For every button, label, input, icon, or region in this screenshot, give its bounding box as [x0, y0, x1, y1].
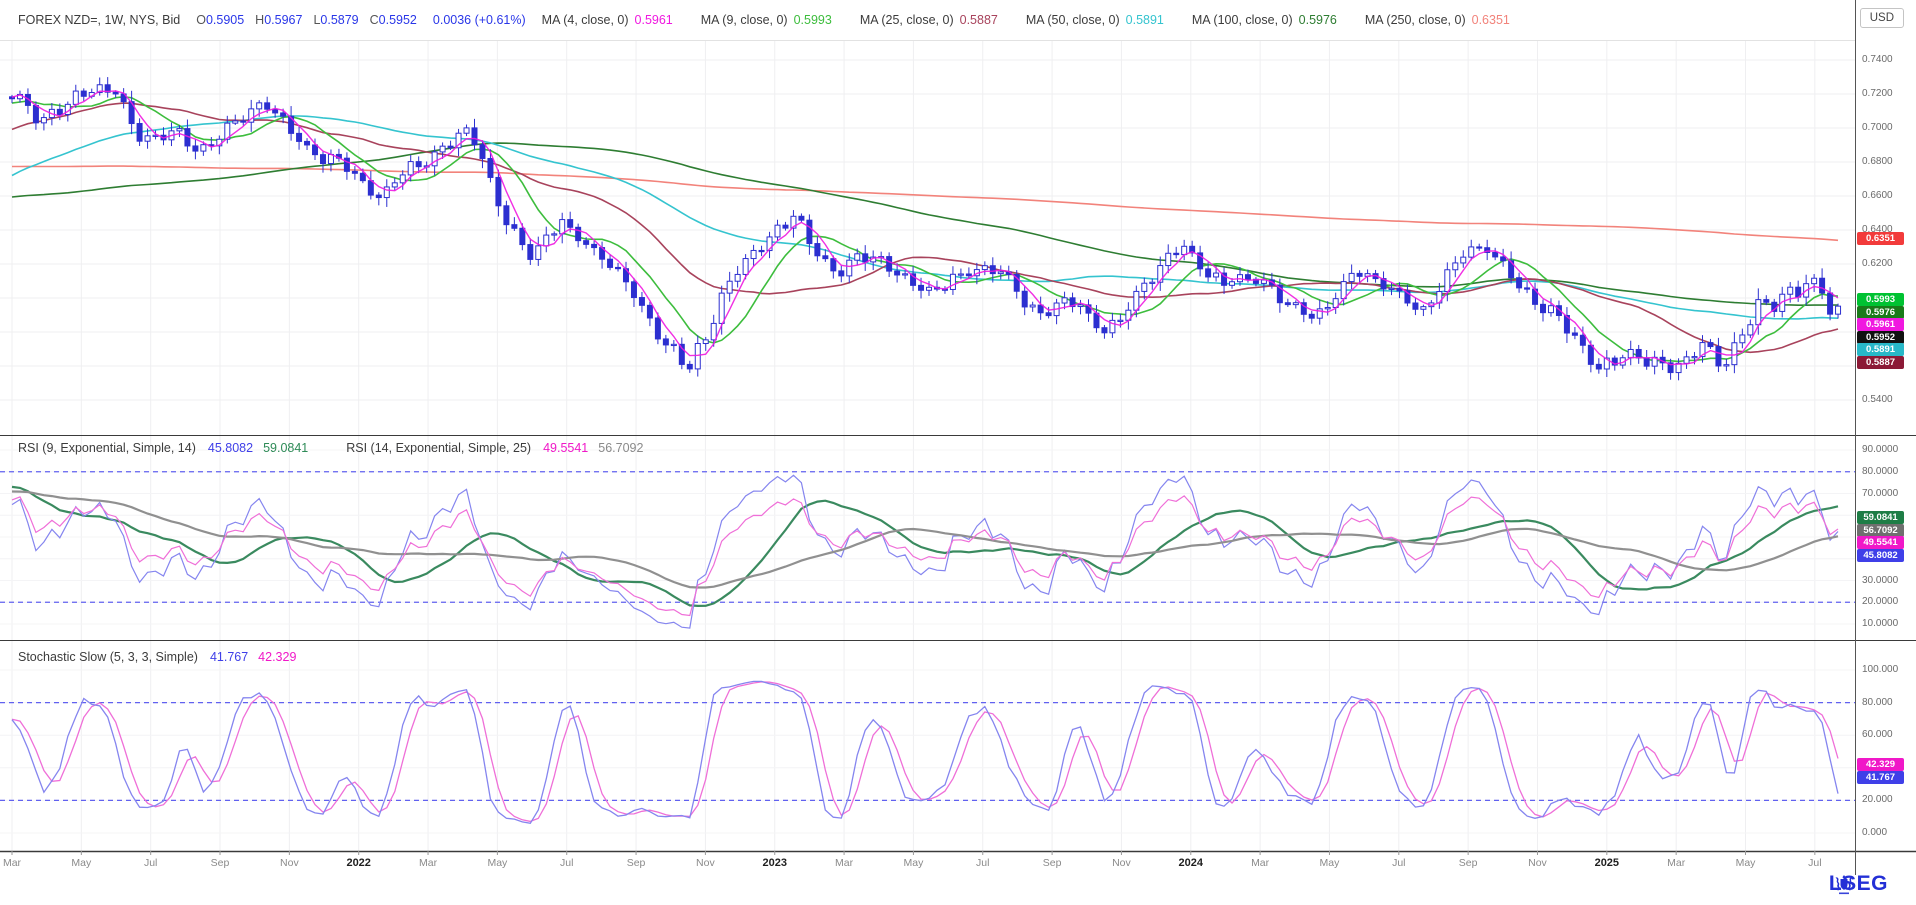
stochastic-panel[interactable]	[0, 640, 1855, 851]
time-axis-label: Sep	[1043, 857, 1062, 869]
time-axis-label: 2022	[346, 857, 370, 869]
rsi-tick-label: 90.0000	[1862, 444, 1898, 455]
ma-legend-item-100[interactable]: MA (100, close, 0)0.5976	[1192, 13, 1337, 27]
time-axis-label: Jul	[976, 857, 989, 869]
time-axis-label: Sep	[627, 857, 646, 869]
time-axis-label: Nov	[1112, 857, 1131, 869]
stoch-tick-label: 20.000	[1862, 794, 1893, 805]
time-axis-label: Mar	[3, 857, 21, 869]
time-axis-label: May	[1736, 857, 1756, 869]
legend-value: 45.8082	[208, 441, 253, 455]
stoch-tick-label: 0.000	[1862, 827, 1887, 838]
stoch-tick-label: 100.000	[1862, 664, 1898, 675]
time-axis-label: Jul	[1808, 857, 1821, 869]
currency-selector-button[interactable]: USD	[1860, 8, 1904, 28]
price-badge: 0.5887	[1857, 356, 1904, 369]
time-axis-label: Jul	[144, 857, 157, 869]
rsi-badge: 59.0841	[1857, 511, 1904, 524]
ma-legend: MA (4, close, 0)0.5961 MA (9, close, 0)0.…	[542, 13, 1510, 27]
time-axis-label: 2025	[1595, 857, 1619, 869]
price-badge: 0.6351	[1857, 232, 1904, 245]
time-axis-label: Mar	[1667, 857, 1685, 869]
stoch-badge: 41.767	[1857, 771, 1904, 784]
price-panel[interactable]	[0, 40, 1855, 435]
lseg-crest-icon	[1829, 872, 1859, 898]
rsi-tick-label: 10.0000	[1862, 618, 1898, 629]
time-axis-label: May	[71, 857, 91, 869]
legend-value: 49.5541	[543, 441, 588, 455]
legend-value: 56.7092	[598, 441, 643, 455]
rsi9-legend-title[interactable]: RSI (9, Exponential, Simple, 14)	[18, 441, 196, 455]
stochastic-legend-title[interactable]: Stochastic Slow (5, 3, 3, Simple)	[18, 650, 198, 664]
time-axis-label: 2023	[762, 857, 786, 869]
rsi-tick-label: 70.0000	[1862, 488, 1898, 499]
stoch-tick-label: 60.000	[1862, 729, 1893, 740]
rsi-tick-label: 80.0000	[1862, 466, 1898, 477]
rsi-badge: 45.8082	[1857, 549, 1904, 562]
legend-value: 59.0841	[263, 441, 308, 455]
rsi-panel[interactable]	[0, 435, 1855, 640]
time-axis-label: Jul	[560, 857, 573, 869]
price-tick-label: 0.7400	[1862, 54, 1893, 65]
lseg-logo: LSEG	[1829, 872, 1888, 896]
price-badge: 0.5891	[1857, 343, 1904, 356]
time-axis-label: 2024	[1179, 857, 1203, 869]
rsi-badge: 49.5541	[1857, 536, 1904, 549]
price-tick-label: 0.7200	[1862, 88, 1893, 99]
price-tick-label: 0.5400	[1862, 394, 1893, 405]
ohlc-values: O0.5905 H0.5967 L0.5879 C0.5952	[196, 13, 417, 27]
chart-header: FOREX NZD=, 1W, NYS, Bid O0.5905 H0.5967 L…	[0, 0, 1510, 40]
rsi14-legend-values: 49.5541 56.7092	[543, 441, 643, 455]
ma-legend-item-50[interactable]: MA (50, close, 0)0.5891	[1026, 13, 1164, 27]
stochastic-legend: Stochastic Slow (5, 3, 3, Simple) 41.767…	[18, 650, 296, 664]
rsi-legend: RSI (9, Exponential, Simple, 14) 45.8082…	[18, 441, 643, 455]
instrument-title[interactable]: FOREX NZD=, 1W, NYS, Bid	[18, 13, 180, 27]
ma-legend-item-9[interactable]: MA (9, close, 0)0.5993	[701, 13, 832, 27]
ohlc-c: C0.5952	[370, 13, 417, 27]
stoch-badge: 42.329	[1857, 758, 1904, 771]
rsi14-legend-title[interactable]: RSI (14, Exponential, Simple, 25)	[346, 441, 531, 455]
price-badge: 0.5952	[1857, 331, 1904, 344]
price-badge: 0.5976	[1857, 306, 1904, 319]
price-tick-label: 0.6800	[1862, 156, 1893, 167]
time-axis-label: May	[1320, 857, 1340, 869]
time-axis-label: Mar	[835, 857, 853, 869]
time-axis-label: Sep	[211, 857, 230, 869]
time-axis-label: Nov	[280, 857, 299, 869]
rsi9-legend-values: 45.8082 59.0841	[208, 441, 308, 455]
time-axis-label: Nov	[696, 857, 715, 869]
price-badge: 0.5961	[1857, 318, 1904, 331]
rsi-tick-label: 20.0000	[1862, 596, 1898, 607]
ohlc-l: L0.5879	[313, 13, 358, 27]
price-tick-label: 0.6600	[1862, 190, 1893, 201]
legend-value: 42.329	[258, 650, 296, 664]
charting-app: FOREX NZD=, 1W, NYS, Bid O0.5905 H0.5967 L…	[0, 0, 1916, 905]
time-axis-label: May	[903, 857, 923, 869]
time-axis-label: Jul	[1392, 857, 1405, 869]
ohlc-h: H0.5967	[255, 13, 302, 27]
ohlc-o: O0.5905	[196, 13, 244, 27]
time-axis-label: May	[487, 857, 507, 869]
change-value: 0.0036 (+0.61%)	[433, 13, 526, 27]
price-tick-label: 0.6200	[1862, 258, 1893, 269]
rsi-badge: 56.7092	[1857, 524, 1904, 537]
time-axis-label: Sep	[1459, 857, 1478, 869]
ma-legend-item-250[interactable]: MA (250, close, 0)0.6351	[1365, 13, 1510, 27]
ma-legend-item-4[interactable]: MA (4, close, 0)0.5961	[542, 13, 673, 27]
price-tick-label: 0.7000	[1862, 122, 1893, 133]
rsi-tick-label: 30.0000	[1862, 575, 1898, 586]
stochastic-legend-values: 41.767 42.329	[210, 650, 296, 664]
legend-value: 41.767	[210, 650, 248, 664]
ma-legend-item-25[interactable]: MA (25, close, 0)0.5887	[860, 13, 998, 27]
time-axis-label: Mar	[419, 857, 437, 869]
price-badge: 0.5993	[1857, 293, 1904, 306]
time-axis-label: Mar	[1251, 857, 1269, 869]
stoch-tick-label: 80.000	[1862, 697, 1893, 708]
time-axis-label: Nov	[1528, 857, 1547, 869]
